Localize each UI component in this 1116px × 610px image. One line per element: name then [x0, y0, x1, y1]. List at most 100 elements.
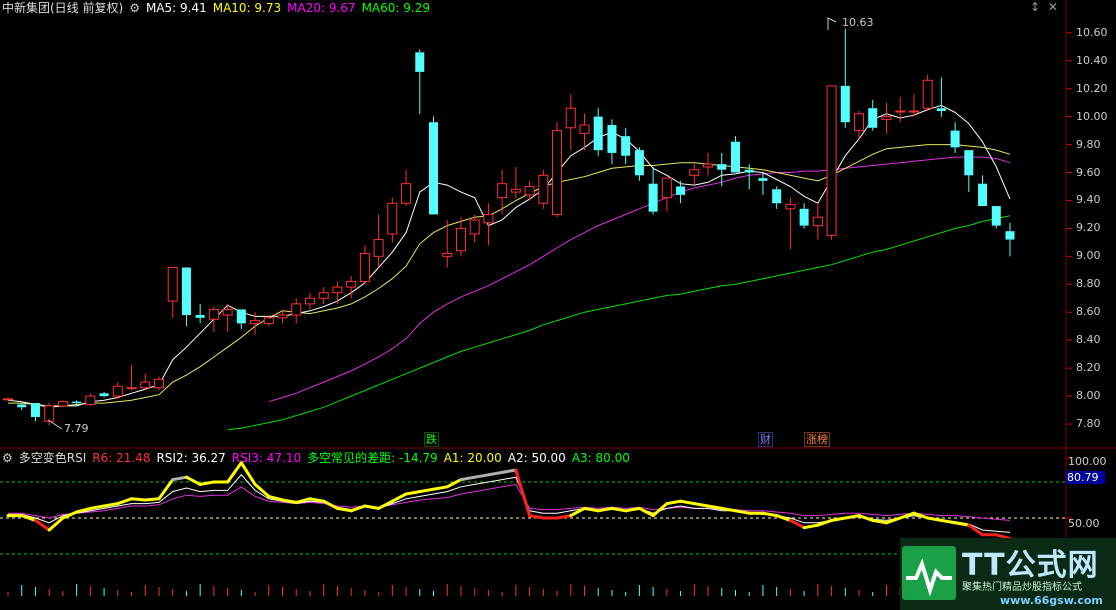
- candle-body: [30, 403, 40, 418]
- candle-body: [195, 315, 205, 318]
- candle-body: [222, 308, 233, 316]
- event-marker-ranking[interactable]: 涨榜: [804, 432, 830, 447]
- price-axis-label: 9.60: [1076, 165, 1101, 179]
- candle-body: [250, 320, 261, 324]
- candle-body: [868, 108, 878, 128]
- ma-legend-3: MA60: 9.29: [361, 1, 430, 15]
- candle-body: [57, 401, 68, 407]
- candle-body: [140, 381, 151, 389]
- indicator-legend-0: R6: 21.48: [92, 451, 151, 465]
- candle-body: [112, 385, 123, 397]
- candle-body: [455, 227, 466, 252]
- candle-body: [524, 185, 535, 196]
- price-axis-label: 7.80: [1076, 417, 1101, 431]
- ma-legend-0: MA5: 9.41: [145, 1, 207, 15]
- price-axis-label: 8.80: [1076, 277, 1101, 291]
- candle-body: [3, 398, 13, 401]
- candle: [429, 116, 439, 215]
- stock-title[interactable]: 中新集团(日线 前复权): [2, 1, 123, 15]
- main-header: 中新集团(日线 前复权) ⚙ MA5: 9.41 MA10: 9.73 MA20: 9.…: [2, 0, 442, 16]
- price-axis-label: 9.40: [1076, 193, 1101, 207]
- candle-body: [579, 124, 590, 134]
- candle-body: [593, 116, 603, 151]
- candle-body: [442, 253, 453, 257]
- candle-body: [785, 204, 796, 210]
- candle-body: [208, 308, 219, 320]
- candle-body: [552, 130, 563, 215]
- window-controls: ↕ ✕: [1030, 0, 1058, 14]
- candle: [552, 122, 563, 218]
- watermark-banner: TT公式网 聚集热门精品炒股指标公式 www.66gsw.com: [900, 538, 1116, 610]
- candle-body: [483, 213, 494, 224]
- event-marker-finance[interactable]: 财: [758, 432, 773, 447]
- settings-icon[interactable]: ⚙: [2, 451, 13, 465]
- candle-body: [908, 110, 919, 113]
- candle: [538, 169, 549, 209]
- candle-body: [497, 183, 508, 199]
- price-axis-label: 10.20: [1076, 81, 1108, 95]
- candle-body: [153, 378, 164, 389]
- candle-body: [373, 239, 384, 257]
- candle-body: [607, 124, 617, 153]
- candle: [991, 206, 1001, 229]
- brand-logo: [902, 546, 956, 600]
- brand-tagline: 聚集热门精品炒股指标公式: [962, 582, 1082, 593]
- candle-body: [772, 189, 782, 204]
- candle-body: [126, 387, 137, 390]
- candle-body: [991, 206, 1001, 226]
- candle: [826, 85, 837, 240]
- candle-body: [17, 404, 27, 408]
- candle-body: [277, 314, 288, 319]
- candle-body: [936, 108, 946, 112]
- candle-body: [854, 113, 865, 132]
- candle: [922, 74, 933, 112]
- candle-body: [538, 174, 549, 204]
- candle-body: [730, 141, 740, 173]
- indicator-name[interactable]: 多空变色RSI: [19, 451, 87, 465]
- candle-body: [415, 52, 425, 72]
- ma-legend-2: MA20: 9.67: [287, 1, 356, 15]
- candle-body: [263, 317, 274, 324]
- price-axis-label: 8.00: [1076, 389, 1101, 403]
- candle-body: [978, 183, 988, 207]
- candle-body: [758, 178, 768, 181]
- candle-body: [648, 183, 658, 212]
- settings-icon[interactable]: ⚙: [129, 1, 140, 15]
- indicator-legend-3: 多空常见的差距: -14.79: [307, 451, 438, 465]
- candle-body: [826, 85, 837, 236]
- indicator-legend-2: RSI3: 47.10: [231, 451, 302, 465]
- candle-body: [840, 85, 850, 123]
- price-axis-label: 8.40: [1076, 333, 1101, 347]
- candle-body: [167, 267, 178, 302]
- candle-body: [950, 130, 960, 148]
- price-axis-label: 9.80: [1076, 137, 1101, 151]
- rsi1-segment: [143, 497, 161, 502]
- candle-body: [634, 150, 644, 176]
- candle-body: [676, 186, 686, 195]
- candle-body: [689, 169, 700, 176]
- expand-icon[interactable]: ↕: [1030, 0, 1040, 14]
- indicator-legend-4: A1: 20.00: [443, 451, 502, 465]
- chart-canvas[interactable]: [0, 0, 1116, 610]
- candle-body: [72, 401, 82, 404]
- price-axis-label: 8.60: [1076, 305, 1101, 319]
- candle-body: [387, 202, 398, 235]
- candle-body: [291, 303, 302, 316]
- high-price-label: 10.63: [842, 16, 874, 29]
- candle-body: [346, 280, 357, 288]
- candle-body: [99, 393, 109, 397]
- candle-body: [922, 79, 933, 109]
- candle-body: [799, 208, 809, 226]
- ma-legend-1: MA10: 9.73: [212, 1, 282, 15]
- price-axis-label: 10.60: [1076, 25, 1108, 39]
- candle-body: [1005, 231, 1015, 240]
- indicator-legend-1: RSI2: 36.27: [156, 451, 226, 465]
- candle-body: [744, 169, 754, 173]
- close-icon[interactable]: ✕: [1048, 0, 1058, 14]
- price-axis-label: 10.00: [1076, 109, 1108, 123]
- event-marker-drop[interactable]: 跌: [424, 432, 439, 447]
- rsi-axis-50: 50.00: [1068, 517, 1100, 530]
- candle-body: [510, 188, 521, 193]
- candle-body: [181, 267, 191, 316]
- low-price-label: 7.79: [64, 422, 89, 435]
